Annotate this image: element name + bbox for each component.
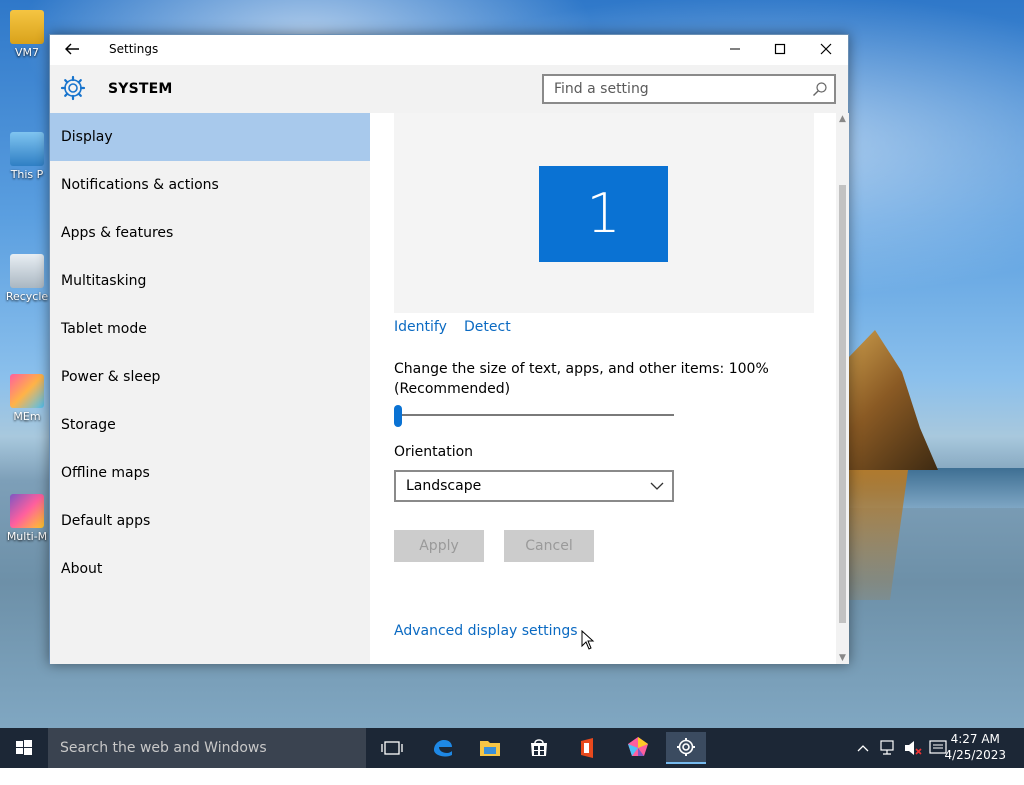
desktop-icon-multi-memu[interactable]: Multi-M (4, 494, 50, 543)
file-explorer-icon[interactable] (470, 732, 510, 764)
volume-muted-icon[interactable] (902, 728, 924, 768)
settings-sidebar: Display Notifications & actions Apps & f… (50, 113, 370, 664)
identify-link[interactable]: Identify (394, 319, 447, 335)
gear-icon (60, 75, 86, 101)
apply-button[interactable]: Apply (394, 530, 484, 562)
desktop-icon-this-pc[interactable]: This P (4, 132, 50, 181)
office-icon[interactable] (568, 732, 608, 764)
desktop-icon-memu[interactable]: MEm (4, 374, 50, 423)
sidebar-item-multitasking[interactable]: Multitasking (50, 257, 370, 305)
scale-label: Change the size of text, apps, and other… (394, 361, 769, 397)
orientation-dropdown[interactable]: Landscape (394, 470, 674, 502)
scroll-up-icon[interactable]: ▲ (836, 113, 849, 125)
desktop-icon-label: MEm (13, 410, 41, 423)
scroll-down-icon[interactable]: ▼ (836, 652, 849, 664)
chevron-down-icon (650, 472, 664, 510)
sidebar-item-about[interactable]: About (50, 545, 370, 593)
sidebar-item-apps-features[interactable]: Apps & features (50, 209, 370, 257)
find-setting-search[interactable] (542, 74, 836, 104)
orientation-value: Landscape (406, 478, 482, 494)
monitor-1-tile[interactable]: 1 (539, 166, 668, 262)
title-bar: Settings (50, 35, 848, 65)
slider-track (396, 414, 674, 416)
content-scrollbar[interactable]: ▲ ▼ (836, 113, 849, 664)
start-button[interactable] (0, 728, 48, 768)
desktop-icon-label: Recycle (5, 290, 49, 303)
display-settings-pane: 1 Identify Detect Change the size of tex… (370, 113, 849, 664)
network-icon[interactable] (878, 728, 898, 768)
settings-window: Settings SYSTEM Display Notifica (49, 34, 849, 664)
task-view-icon[interactable] (372, 732, 412, 764)
computer-icon (10, 132, 44, 166)
settings-header: SYSTEM (50, 65, 848, 113)
maximize-button[interactable] (762, 39, 798, 61)
taskbar-clock[interactable]: 4:27 AM 4/25/2023 (944, 731, 1006, 763)
minimize-button[interactable] (717, 39, 753, 61)
sidebar-item-offline-maps[interactable]: Offline maps (50, 449, 370, 497)
close-button[interactable] (808, 39, 844, 61)
settings-taskbar-icon[interactable] (666, 732, 706, 764)
app-pentagon-icon[interactable] (618, 732, 658, 764)
desktop-icon-label: This P (10, 168, 44, 181)
multi-memu-icon (10, 494, 44, 528)
sidebar-item-storage[interactable]: Storage (50, 401, 370, 449)
desktop-icon-recycle-bin[interactable]: Recycle (4, 254, 50, 303)
folder-icon (10, 10, 44, 44)
sidebar-item-power-sleep[interactable]: Power & sleep (50, 353, 370, 401)
edge-icon[interactable] (422, 732, 462, 764)
slider-thumb[interactable] (394, 405, 402, 427)
search-icon[interactable] (812, 81, 828, 97)
orientation-label: Orientation (394, 444, 474, 460)
settings-icon (677, 738, 695, 756)
wallpaper-reflection (848, 470, 908, 600)
clock-time: 4:27 AM (950, 732, 1000, 746)
recycle-bin-icon (10, 254, 44, 288)
sidebar-item-display[interactable]: Display (50, 113, 370, 161)
window-title: Settings (109, 42, 159, 56)
tray-chevron-up-icon[interactable] (856, 728, 870, 768)
cancel-button[interactable]: Cancel (504, 530, 594, 562)
windows-logo-icon (16, 740, 32, 755)
scrollbar-thumb[interactable] (839, 185, 846, 623)
memu-icon (10, 374, 44, 408)
scale-slider[interactable] (394, 405, 674, 427)
sidebar-item-notifications[interactable]: Notifications & actions (50, 161, 370, 209)
sidebar-item-tablet-mode[interactable]: Tablet mode (50, 305, 370, 353)
taskbar-search-box[interactable]: Search the web and Windows (48, 728, 366, 768)
taskbar: Search the web and Windows 4:27 AM 4/25/ (0, 728, 1024, 768)
mouse-cursor-icon (581, 630, 595, 650)
store-icon[interactable] (519, 732, 559, 764)
section-title: SYSTEM (108, 81, 173, 97)
desktop-icon-label: VM7 (14, 46, 39, 59)
detect-link[interactable]: Detect (464, 319, 511, 335)
desktop-icon-label: Multi-M (6, 530, 48, 543)
monitor-preview-area: 1 (394, 113, 814, 313)
advanced-display-settings-link[interactable]: Advanced display settings (394, 623, 578, 639)
back-arrow-icon[interactable] (64, 41, 80, 61)
desktop-icon-vm7[interactable]: VM7 (4, 10, 50, 59)
clock-date: 4/25/2023 (944, 748, 1006, 762)
wallpaper-cliff (848, 330, 938, 470)
search-input[interactable] (544, 76, 814, 102)
sidebar-item-default-apps[interactable]: Default apps (50, 497, 370, 545)
